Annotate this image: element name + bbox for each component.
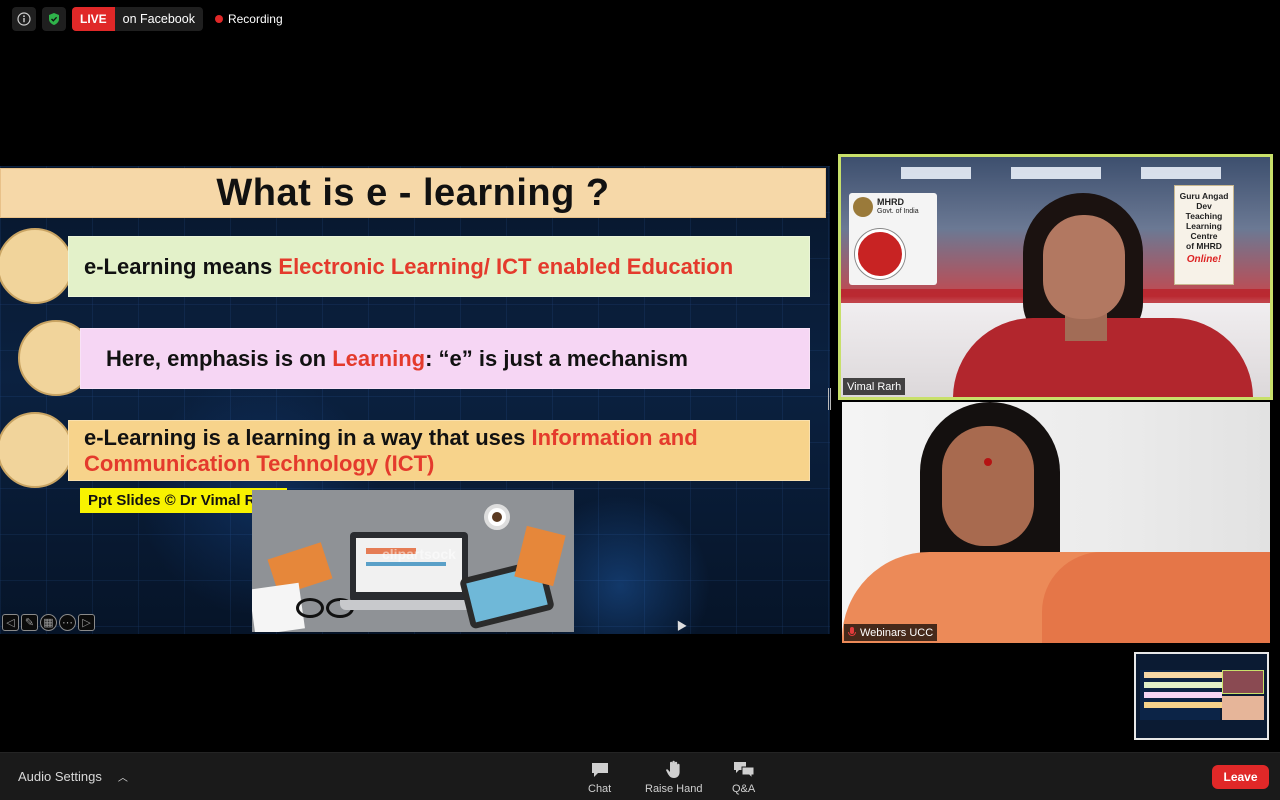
point2-highlight: Learning — [332, 345, 426, 371]
chat-label: Chat — [588, 783, 612, 795]
slide-point-1: e-Learning means Electronic Learning/ IC… — [68, 236, 810, 297]
meeting-stage: LIVE on Facebook Recording What is e - l… — [0, 0, 1280, 752]
recording-label: Recording — [227, 12, 283, 26]
participant-name: Webinars UCC — [860, 626, 934, 639]
notebook-graphic — [514, 525, 566, 587]
raise-hand-button[interactable]: Raise Hand — [645, 759, 702, 795]
pen-icon[interactable]: ✎ — [21, 614, 38, 631]
audio-settings-button[interactable]: Audio Settings ︿ — [18, 769, 128, 784]
live-destination: on Facebook — [122, 12, 195, 26]
thumbnail-video-2 — [1222, 696, 1264, 720]
meeting-toolbar: Audio Settings ︿ Chat Raise Hand Q&A Lea… — [0, 752, 1280, 800]
mhrd-subtitle: Govt. of India — [877, 208, 919, 215]
mhrd-title: MHRD — [877, 197, 904, 207]
live-stream-indicator[interactable]: LIVE on Facebook — [72, 7, 203, 31]
leave-button[interactable]: Leave — [1212, 765, 1269, 789]
laptop-graphic — [350, 532, 468, 602]
mhrd-logo-board: MHRD Govt. of India — [849, 193, 937, 285]
info-icon[interactable] — [12, 7, 36, 31]
live-badge: LIVE — [72, 7, 115, 31]
board-online: Online! — [1186, 254, 1222, 265]
participant-video-webinars-ucc[interactable]: Webinars UCC — [842, 402, 1270, 643]
point2-suffix: : “e” is just a mechanism — [425, 345, 688, 371]
chat-button[interactable]: Chat — [588, 759, 611, 795]
qa-label: Q&A — [732, 783, 756, 795]
board-line-2: Teaching Learning — [1185, 211, 1223, 231]
participant-image — [953, 193, 1253, 397]
participant-video-vimal-rarh[interactable]: MHRD Govt. of India Guru Angad Dev Teach… — [838, 154, 1273, 400]
recording-dot-icon — [214, 15, 223, 23]
elearning-illustration: clipartsock — [252, 490, 574, 632]
point2-text: Here, emphasis is on — [106, 345, 333, 371]
slides-overview-icon[interactable]: ▦ — [40, 614, 57, 631]
bullet-circle — [0, 412, 73, 488]
participant-name-tag: Webinars UCC — [844, 624, 938, 641]
board-line-1: Guru Angad Dev — [1179, 191, 1229, 211]
shared-screen-thumbnail[interactable] — [1134, 652, 1269, 740]
coffee-cup-graphic — [484, 504, 510, 530]
bullet-circle — [0, 228, 73, 304]
board-line-3: Centre — [1190, 231, 1218, 241]
point1-highlight: Electronic Learning/ ICT enabled Educati… — [278, 253, 734, 279]
slide-title-bar: What is e - learning ? — [0, 168, 826, 218]
participant-name-tag: Vimal Rarh — [843, 378, 906, 395]
shared-screen-slide: What is e - learning ? e-Learning means … — [0, 166, 830, 634]
more-options-icon[interactable]: ⋯ — [59, 614, 76, 631]
chevron-up-icon[interactable]: ︿ — [118, 769, 128, 784]
recording-indicator: Recording — [214, 12, 283, 26]
previous-slide-icon[interactable]: ◁ — [2, 614, 19, 631]
participant-name: Vimal Rarh — [847, 380, 902, 393]
mic-muted-icon — [848, 627, 856, 638]
point3-text: e-Learning is a learning in a way that u… — [84, 424, 532, 450]
board-line-4: of MHRD — [1186, 241, 1222, 251]
laptop-base-graphic — [340, 600, 480, 610]
slide-title: What is e - learning ? — [216, 171, 610, 214]
audio-settings-label: Audio Settings — [18, 769, 102, 784]
raise-hand-label: Raise Hand — [645, 783, 703, 795]
institution-logo-icon — [855, 229, 905, 279]
participant-image — [842, 402, 1270, 643]
slide-point-2: Here, emphasis is on Learning: “e” is ju… — [80, 328, 810, 389]
slide-point-3: e-Learning is a learning in a way that u… — [68, 420, 810, 481]
next-slide-icon[interactable]: ▷ — [78, 614, 95, 631]
thumbnail-slide — [1140, 670, 1222, 720]
raise-hand-icon — [663, 759, 685, 781]
slide-navigation: ◁ ✎ ▦ ⋯ ▷ — [2, 614, 95, 631]
qa-button[interactable]: Q&A — [732, 759, 755, 795]
shield-check-icon[interactable] — [42, 7, 66, 31]
teaching-centre-board: Guru Angad Dev Teaching Learning Centre … — [1174, 185, 1234, 285]
meeting-status-bar: LIVE on Facebook Recording — [12, 7, 283, 31]
chat-icon — [589, 759, 611, 781]
split-view-resize-handle[interactable] — [828, 388, 831, 410]
image-watermark: clipartsock — [382, 546, 456, 562]
qa-icon — [733, 759, 755, 781]
point1-text: e-Learning means — [84, 253, 279, 279]
thumbnail-video-1 — [1222, 670, 1264, 694]
national-emblem-icon — [853, 197, 873, 217]
